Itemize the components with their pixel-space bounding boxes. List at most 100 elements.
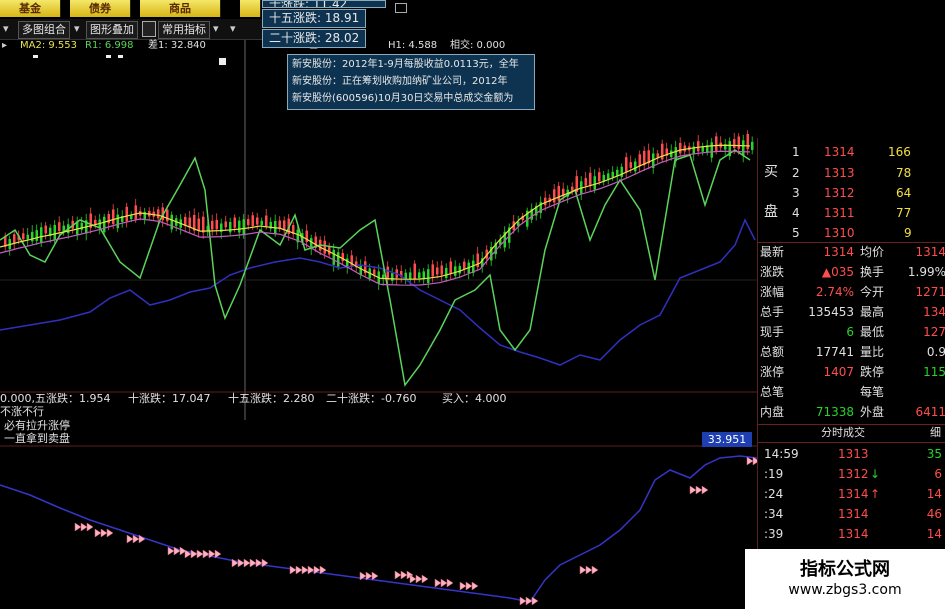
candle [697, 141, 700, 152]
buy-arrow-icon [421, 574, 429, 584]
buy-arrow-icon [301, 565, 309, 575]
buy-arrow-icon [409, 574, 417, 584]
candle [53, 224, 56, 240]
arrow-down-icon: ↓ [870, 467, 881, 481]
candle [256, 217, 259, 225]
candle [476, 253, 479, 268]
book-price[interactable]: 1310 [824, 223, 855, 243]
tick-header[interactable]: 分时成交 [758, 423, 928, 443]
candle [463, 261, 466, 270]
tick-price: 1314 [838, 527, 869, 541]
candle [233, 217, 236, 228]
quote-label: 今开 [860, 285, 885, 299]
quote-value: 1314 [823, 245, 854, 259]
candle [742, 140, 745, 156]
candle [656, 153, 659, 158]
candle [593, 176, 596, 190]
book-price[interactable]: 1311 [824, 203, 855, 223]
buy-arrow-icon [446, 578, 454, 588]
candle [40, 227, 43, 244]
candle [454, 266, 457, 276]
quote-value: 115 [923, 365, 945, 379]
candle [620, 166, 623, 177]
tick-price: 1312 [838, 467, 869, 481]
candle [157, 209, 160, 219]
candle [265, 215, 268, 227]
candle [436, 267, 439, 275]
tick-header-detail[interactable]: 细 [930, 423, 941, 443]
quote-label: 量比 [860, 345, 885, 359]
candle [323, 240, 326, 254]
candle [332, 249, 335, 265]
candle [278, 220, 281, 228]
candle [373, 269, 376, 275]
news-item[interactable]: 新安股份：2012年1-9月每股收益0.0113元，全年 [292, 56, 519, 73]
quote-value: 17741 [815, 345, 854, 359]
quote-value: 1407 [823, 365, 854, 379]
tick-time: :24 [764, 487, 784, 501]
book-price[interactable]: 1313 [824, 163, 855, 183]
quote-label: 跌停 [860, 365, 885, 379]
candle [125, 206, 128, 222]
book-level: 4 [792, 206, 800, 220]
candle [197, 218, 200, 231]
arrow-up-icon: ↑ [870, 487, 881, 501]
candle [616, 169, 619, 176]
buy-arrow-icon [289, 565, 297, 575]
candle [94, 219, 97, 225]
buy-arrow-icon [237, 558, 245, 568]
quote-label: 换手 [860, 265, 885, 279]
candle [431, 264, 434, 277]
candle [103, 216, 106, 233]
tick-time: :34 [764, 507, 784, 521]
buy-arrow-icon [255, 558, 263, 568]
quote-label: 总笔 [760, 385, 785, 399]
buy-arrow-icon [80, 522, 88, 532]
buy-arrow-icon [471, 581, 479, 591]
candle [31, 231, 34, 242]
book-level: 2 [792, 166, 800, 180]
buy-arrow-icon [465, 581, 473, 591]
buy-arrow-icon [243, 558, 251, 568]
candle [107, 213, 110, 224]
book-price[interactable]: 1314 [824, 142, 855, 162]
candle [571, 186, 574, 191]
news-popup[interactable]: 新安股份：2012年1-9月每股收益0.0113元，全年 新安股份：正在筹划收购… [287, 54, 535, 110]
quote-value: 1.99% [907, 265, 945, 279]
quote-value: 134 [923, 305, 945, 319]
candle [391, 273, 394, 281]
buy-arrow-icon [307, 565, 315, 575]
buy-arrow-icon [196, 549, 204, 559]
candle [638, 154, 641, 167]
buy-arrow-icon [249, 558, 257, 568]
candle [211, 220, 214, 230]
candle [238, 220, 241, 233]
marker [118, 55, 123, 58]
candle [598, 172, 601, 182]
buy-arrow-icon [94, 528, 102, 538]
buy-arrow-icon [531, 596, 539, 606]
buy-arrow-icon [400, 570, 408, 580]
buy-arrow-icon [585, 565, 593, 575]
buy-arrow-icon [689, 485, 697, 495]
news-item[interactable]: 新安股份(600596)10月30日交易中总成交金额为 [292, 90, 513, 107]
book-level: 1 [792, 145, 800, 159]
buy-arrow-icon [591, 565, 599, 575]
news-item[interactable]: 新安股份：正在筹划收购加纳矿业公司，2012年 [292, 73, 507, 90]
buy-arrow-icon [295, 565, 303, 575]
candle [746, 133, 749, 150]
candle [449, 261, 452, 274]
buy-arrow-icon [100, 528, 108, 538]
candle [188, 217, 191, 228]
buy-label: 买 [764, 164, 778, 180]
lower-value-badge: 33.951 [702, 432, 752, 447]
buy-arrow-icon [394, 570, 402, 580]
quote-value: 1271 [915, 285, 945, 299]
candle [458, 266, 461, 274]
book-level: 3 [792, 186, 800, 200]
quote-value: 6411 [915, 405, 945, 419]
buy-arrow-icon [695, 485, 703, 495]
candle [13, 234, 16, 244]
candle [35, 230, 38, 241]
book-price[interactable]: 1312 [824, 183, 855, 203]
